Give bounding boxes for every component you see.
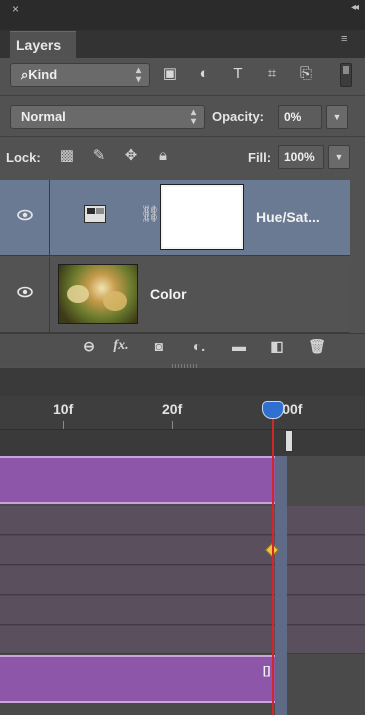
layer-name[interactable]: Hue/Sat... bbox=[256, 209, 320, 225]
lock-label: Lock: bbox=[6, 150, 41, 165]
lock-all-icon[interactable]: 🔒︎ bbox=[154, 147, 172, 165]
kind-filter-select[interactable]: ⌕Kind ▴ ▾ bbox=[10, 63, 150, 87]
layer-name[interactable]: Color bbox=[150, 286, 187, 302]
work-area-strip[interactable] bbox=[0, 430, 365, 456]
blend-mode-value: Normal bbox=[21, 109, 66, 124]
divider bbox=[0, 95, 365, 96]
tab-layers[interactable]: Layers bbox=[10, 31, 76, 58]
lock-pixels-icon[interactable]: ✎ bbox=[90, 147, 108, 165]
layer-row-hue-sat[interactable]: ⛓ Hue/Sat... bbox=[0, 180, 350, 256]
work-area-end-handle[interactable] bbox=[285, 430, 293, 452]
link-layers-icon[interactable]: ⊖ bbox=[78, 338, 100, 358]
new-adjustment-layer-icon[interactable]: ◐. bbox=[188, 338, 210, 358]
property-track[interactable] bbox=[0, 506, 365, 535]
property-track[interactable] bbox=[0, 626, 365, 654]
panel-gap bbox=[0, 368, 365, 396]
new-group-folder-icon[interactable]: ▬ bbox=[228, 338, 250, 358]
eye-icon[interactable] bbox=[17, 286, 33, 298]
divider bbox=[0, 136, 365, 137]
fill-dropdown-button[interactable]: ▼ bbox=[328, 145, 350, 169]
lock-transparent-icon[interactable]: ▩ bbox=[58, 147, 76, 165]
add-mask-icon[interactable]: ◙ bbox=[148, 338, 170, 358]
fill-label: Fill: bbox=[248, 150, 272, 165]
ruler-label: 10f bbox=[53, 401, 74, 417]
adjustment-filter-icon[interactable]: ◐ bbox=[194, 64, 214, 84]
opacity-label: Opacity: bbox=[212, 109, 265, 124]
panel-title-bar bbox=[0, 0, 365, 30]
opacity-dropdown-button[interactable]: ▼ bbox=[326, 105, 348, 129]
close-icon[interactable]: × bbox=[12, 2, 19, 16]
layer-row-color[interactable]: Color bbox=[0, 257, 350, 333]
link-icon[interactable]: ⛓ bbox=[140, 204, 160, 226]
blend-mode-select[interactable]: Normal ▴ ▾ bbox=[10, 105, 205, 129]
property-track[interactable] bbox=[0, 566, 365, 595]
layer-mask-thumbnail[interactable] bbox=[161, 185, 243, 249]
image-filter-icon[interactable]: ▣ bbox=[160, 64, 180, 84]
select-arrows-icon: ▴ ▾ bbox=[135, 65, 141, 85]
ruler-tick bbox=[63, 421, 64, 429]
collapse-icon[interactable]: ◂◂ bbox=[351, 2, 359, 13]
layer-image-thumbnail bbox=[58, 264, 138, 324]
filter-toggle[interactable] bbox=[340, 63, 352, 87]
kind-label: Kind bbox=[28, 67, 58, 82]
playhead-handle[interactable] bbox=[262, 401, 284, 419]
eye-icon[interactable] bbox=[17, 209, 33, 221]
layer-style-fx-icon[interactable]: fx. bbox=[110, 338, 132, 358]
smart-object-filter-icon[interactable]: ⎘ bbox=[296, 64, 316, 84]
trash-icon[interactable]: 🗑︎ bbox=[306, 338, 328, 358]
shape-filter-icon[interactable]: ⌗ bbox=[262, 64, 282, 84]
ruler-tick bbox=[172, 421, 173, 429]
lock-position-icon[interactable]: ✥ bbox=[122, 147, 140, 165]
new-layer-icon[interactable]: ◧ bbox=[266, 338, 288, 358]
type-filter-icon[interactable]: T bbox=[228, 64, 248, 84]
visibility-cell[interactable] bbox=[0, 257, 50, 333]
video-clip-color[interactable] bbox=[0, 655, 283, 703]
visibility-cell[interactable] bbox=[0, 180, 50, 256]
video-clip-hue-sat[interactable] bbox=[0, 456, 283, 504]
property-track[interactable] bbox=[0, 596, 365, 625]
select-arrows-icon: ▴ ▾ bbox=[190, 107, 196, 127]
ruler-label: 20f bbox=[162, 401, 183, 417]
hue-saturation-adjustment-icon bbox=[84, 205, 106, 223]
panel-menu-icon[interactable]: ≡ bbox=[341, 33, 357, 47]
fill-field[interactable]: 100% bbox=[278, 145, 324, 169]
property-track[interactable] bbox=[0, 536, 365, 565]
playhead-line[interactable] bbox=[272, 419, 274, 715]
opacity-field[interactable]: 0% bbox=[278, 105, 322, 129]
playhead-region-shade bbox=[275, 456, 287, 715]
